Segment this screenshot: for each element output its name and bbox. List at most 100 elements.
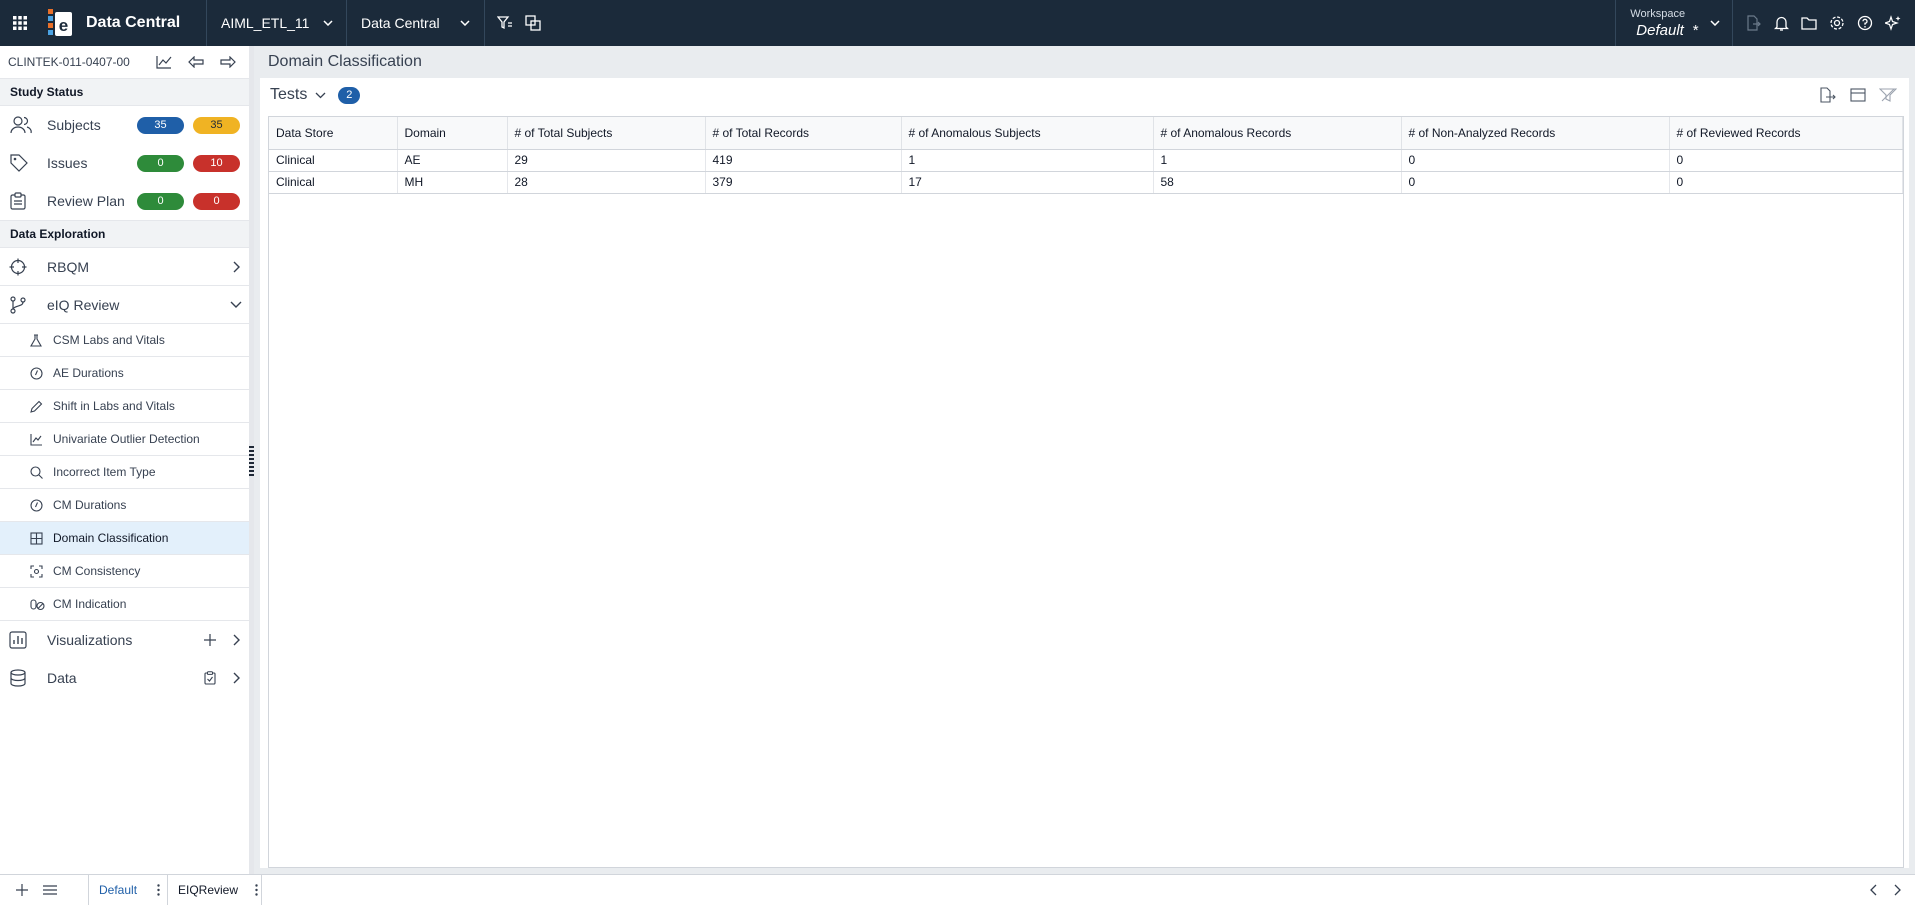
filter-tree-icon[interactable]: [491, 0, 519, 46]
eiq-item-incorrect-item-type[interactable]: Incorrect Item Type: [0, 456, 249, 489]
chart-icon: [30, 433, 44, 446]
table-cell: Clinical: [269, 149, 398, 172]
plus-icon[interactable]: [197, 634, 223, 646]
chevron-down-icon: [1710, 20, 1720, 26]
nav-eiq-review[interactable]: eIQ Review: [0, 286, 249, 324]
eiq-item-cm-durations[interactable]: CM Durations: [0, 489, 249, 522]
eiq-item-label: Univariate Outlier Detection: [53, 432, 200, 446]
export-icon[interactable]: [1739, 0, 1767, 46]
left-sidebar: CLINTEK-011-0407-00 Study Status Subject…: [0, 46, 249, 874]
table-row[interactable]: Clinical MH 28 379 17 58 0 0: [269, 171, 1903, 194]
tag-icon: [10, 154, 36, 172]
workspace-selector[interactable]: Workspace Default *: [1616, 0, 1732, 46]
eiq-item-domain-classification[interactable]: Domain Classification: [0, 522, 249, 555]
column-header[interactable]: Data Store: [269, 117, 398, 150]
chevron-right-icon[interactable]: [223, 634, 249, 646]
nav-data[interactable]: Data: [0, 659, 249, 697]
table-cell: 0: [1669, 171, 1903, 194]
trend-chart-icon[interactable]: [148, 55, 180, 69]
column-header[interactable]: # of Non-Analyzed Records: [1401, 117, 1670, 150]
pencil-icon: [30, 400, 44, 413]
chevron-right-icon[interactable]: [1885, 875, 1909, 905]
column-header[interactable]: # of Anomalous Records: [1153, 117, 1402, 150]
forward-arrow-icon[interactable]: [212, 56, 244, 68]
chevron-left-icon[interactable]: [1861, 875, 1885, 905]
eiq-item-cm-indication[interactable]: CM Indication: [0, 588, 249, 621]
compare-icon[interactable]: [519, 0, 547, 46]
magnifier-icon: [30, 465, 44, 479]
panel-title[interactable]: Tests: [270, 86, 307, 104]
chevron-right-icon[interactable]: [223, 261, 249, 273]
clock-icon: [30, 366, 44, 380]
workspace-tab-eiqreview[interactable]: EIQReview: [168, 874, 262, 905]
column-header[interactable]: # of Total Records: [705, 117, 902, 150]
column-header[interactable]: # of Anomalous Subjects: [901, 117, 1154, 150]
workspace-value: Default *: [1636, 21, 1698, 39]
clipboard-icon: [10, 192, 36, 210]
table-row[interactable]: Clinical AE 29 419 1 1 0 0: [269, 149, 1903, 172]
study-id: CLINTEK-011-0407-00: [8, 55, 130, 69]
top-bar: e Data Central AIML_ETL_11 Data Central …: [0, 0, 1915, 46]
status-issues[interactable]: Issues 0 10: [0, 144, 249, 182]
table-cell: 58: [1153, 171, 1402, 194]
more-vertical-icon[interactable]: [252, 883, 261, 896]
eiq-item-csm-labs-and-vitals[interactable]: CSM Labs and Vitals: [0, 324, 249, 357]
app-title: Data Central: [86, 14, 181, 31]
back-arrow-icon[interactable]: [180, 56, 212, 68]
chevron-down-icon[interactable]: [223, 301, 249, 308]
status-label: Subjects: [47, 117, 101, 133]
more-vertical-icon[interactable]: [151, 883, 165, 896]
pills-icon: [30, 598, 45, 611]
nav-rbqm[interactable]: RBQM: [0, 248, 249, 286]
database-icon: [9, 669, 29, 687]
help-icon[interactable]: [1851, 0, 1879, 46]
column-header[interactable]: # of Total Subjects: [507, 117, 706, 150]
status-badge: 10: [193, 154, 240, 172]
column-header[interactable]: Domain: [397, 117, 508, 150]
branch-icon: [9, 295, 29, 314]
chevron-down-icon[interactable]: [315, 92, 326, 99]
layout-icon[interactable]: [1843, 84, 1873, 106]
study-header: CLINTEK-011-0407-00: [0, 46, 249, 78]
status-label: Issues: [47, 155, 88, 171]
eiq-item-ae-durations[interactable]: AE Durations: [0, 357, 249, 390]
tab-label: Default: [99, 882, 138, 897]
apps-grid-icon[interactable]: [0, 0, 40, 46]
table-cell: 379: [705, 171, 902, 194]
eiq-item-univariate-outlier-detection[interactable]: Univariate Outlier Detection: [0, 423, 249, 456]
eiq-item-label: CM Durations: [53, 498, 127, 512]
table-cell: 28: [507, 171, 706, 194]
bell-icon[interactable]: [1767, 0, 1795, 46]
status-badge: 35: [193, 116, 240, 134]
panel-header: Tests 2: [260, 78, 1909, 112]
table-cell: 0: [1401, 171, 1670, 194]
eiq-item-cm-consistency[interactable]: CM Consistency: [0, 555, 249, 588]
chevron-down-icon: [323, 20, 333, 26]
module-selector[interactable]: Data Central: [347, 0, 484, 46]
status-subjects[interactable]: Subjects 35 35: [0, 106, 249, 144]
nav-label: eIQ Review: [47, 296, 120, 313]
column-header[interactable]: # of Reviewed Records: [1669, 117, 1903, 150]
table-cell: Clinical: [269, 171, 398, 194]
nav-visualizations[interactable]: Visualizations: [0, 621, 249, 659]
table-icon: [30, 531, 44, 545]
table-cell: 419: [705, 149, 902, 172]
folder-icon[interactable]: [1795, 0, 1823, 46]
eiq-item-label: Incorrect Item Type: [53, 465, 156, 479]
eiq-item-label: CM Consistency: [53, 564, 141, 578]
filter-icon[interactable]: [1873, 84, 1903, 106]
module-selector-label: Data Central: [361, 15, 440, 31]
plus-icon[interactable]: [8, 875, 36, 905]
clock-icon: [30, 498, 44, 512]
gear-icon[interactable]: [1823, 0, 1851, 46]
menu-icon[interactable]: [36, 875, 64, 905]
clipboard-check-icon[interactable]: [197, 671, 223, 685]
status-review-plan[interactable]: Review Plan 0 0: [0, 182, 249, 220]
eiq-item-shift-in-labs-and-vitals[interactable]: Shift in Labs and Vitals: [0, 390, 249, 423]
workspace-tab-default[interactable]: Default: [88, 874, 168, 905]
chevron-right-icon[interactable]: [223, 672, 249, 684]
study-status-heading: Study Status: [0, 78, 249, 106]
export-icon[interactable]: [1813, 84, 1843, 106]
project-selector[interactable]: AIML_ETL_11: [207, 0, 346, 46]
ai-sparkle-icon[interactable]: [1879, 0, 1907, 46]
